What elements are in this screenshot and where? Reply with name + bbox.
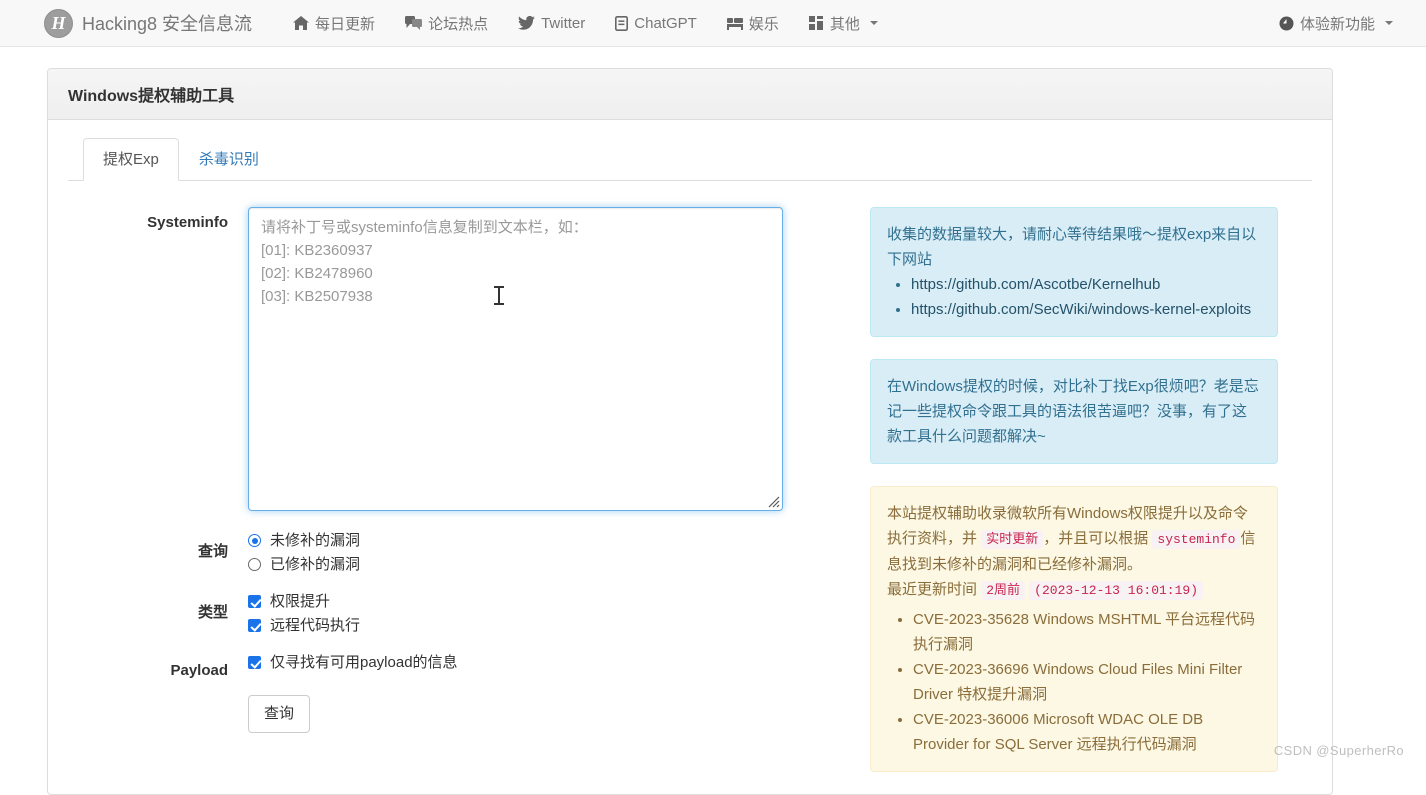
query-submit-button[interactable]: 查询	[248, 695, 310, 732]
tab-label: 杀毒识别	[199, 151, 259, 168]
systeminfo-input[interactable]: 请将补丁号或systeminfo信息复制到文本栏，如： [01]: KB2360…	[248, 207, 783, 511]
systeminfo-code: systeminfo	[1152, 530, 1240, 549]
alert-text: 收集的数据量较大，请耐心等待结果哦～提权exp来自以下网站	[887, 222, 1261, 272]
radio-icon[interactable]	[248, 558, 261, 571]
nav-item-new-features[interactable]: 体验新功能	[1264, 13, 1408, 34]
form-group-query: 查询 未修补的漏洞 已修补的漏洞	[68, 533, 858, 572]
nav-item-twitter[interactable]: Twitter	[503, 15, 600, 32]
checkbox-icon[interactable]	[248, 595, 261, 608]
placeholder-line: [03]: KB2507938	[261, 285, 770, 308]
type-label: 类型	[68, 594, 248, 633]
top-navbar: H Hacking8 安全信息流 每日更新 论坛热点	[0, 0, 1426, 47]
tab-label: 提权Exp	[103, 151, 159, 168]
navbar-items: 每日更新 论坛热点 Twitter	[278, 13, 893, 34]
list-item: https://github.com/Ascotbe/Kernelhub	[911, 272, 1261, 297]
tab-bar: 提权Exp 杀毒识别	[68, 138, 1312, 181]
page-title: Windows提权辅助工具	[68, 82, 1312, 106]
radio-label: 未修补的漏洞	[270, 533, 360, 548]
hacking8-logo-icon: H	[44, 9, 73, 38]
last-updated-line: 最近更新时间 2周前 (2023-12-13 16:01:19)	[887, 577, 1261, 603]
realtime-update-code: 实时更新	[981, 530, 1043, 549]
checkbox-label: 仅寻找有可用payload的信息	[270, 655, 458, 670]
site-description-text: 本站提权辅助收录微软所有Windows权限提升以及命令执行资料，并 实时更新，并…	[887, 501, 1261, 577]
radio-label: 已修补的漏洞	[270, 557, 360, 572]
nav-item-label: 论坛热点	[428, 13, 488, 34]
clock-icon	[1279, 16, 1294, 31]
windows-kernel-exploits-link[interactable]: https://github.com/SecWiki/windows-kerne…	[911, 301, 1251, 318]
file-icon	[615, 16, 628, 31]
nav-item-other[interactable]: 其他	[794, 13, 893, 34]
text-cursor	[498, 286, 500, 305]
alert-text: 在Windows提权的时候，对比补丁找Exp很烦吧？老是忘记一些提权命令跟工具的…	[887, 374, 1261, 449]
chevron-down-icon	[1385, 21, 1393, 25]
tab-privilege-exp[interactable]: 提权Exp	[83, 138, 179, 181]
comments-icon	[405, 16, 422, 30]
twitter-icon	[518, 16, 535, 30]
checkbox-privilege-escalation[interactable]: 权限提升	[248, 594, 858, 609]
last-updated-relative: 2周前	[981, 581, 1025, 600]
payload-label: Payload	[68, 655, 248, 679]
list-item: CVE-2023-36006 Microsoft WDAC OLE DB Pro…	[913, 707, 1261, 757]
nav-item-chatgpt[interactable]: ChatGPT	[600, 15, 712, 32]
alert-tool-intro: 在Windows提权的时候，对比补丁找Exp很烦吧？老是忘记一些提权命令跟工具的…	[870, 359, 1278, 464]
form-group-submit: 查询	[68, 695, 858, 732]
form-group-systeminfo: Systeminfo 请将补丁号或systeminfo信息复制到文本栏，如： […	[68, 207, 858, 511]
checkbox-remote-code-execution[interactable]: 远程代码执行	[248, 618, 858, 633]
bed-icon	[727, 16, 743, 30]
checkbox-icon[interactable]	[248, 656, 261, 669]
main-panel: Windows提权辅助工具 提权Exp 杀毒识别 Systeminfo 请将补丁…	[47, 68, 1333, 795]
side-notes: 收集的数据量较大，请耐心等待结果哦～提权exp来自以下网站 https://gi…	[858, 207, 1278, 794]
nav-item-daily-update[interactable]: 每日更新	[278, 13, 390, 34]
description-part-2: ，并且可以根据	[1043, 530, 1148, 547]
navbar-right: 体验新功能	[1264, 13, 1408, 34]
nav-item-label: Twitter	[541, 15, 585, 32]
grid-icon	[809, 16, 824, 30]
checkbox-label: 远程代码执行	[270, 618, 360, 633]
panel-body: 提权Exp 杀毒识别 Systeminfo 请将补丁号或systeminfo信息…	[48, 120, 1332, 794]
radio-icon[interactable]	[248, 534, 261, 547]
content-area: Systeminfo 请将补丁号或systeminfo信息复制到文本栏，如： […	[68, 181, 1312, 794]
radio-patched[interactable]: 已修补的漏洞	[248, 557, 858, 572]
brand-logo-link[interactable]: H Hacking8 安全信息流	[44, 9, 252, 38]
nav-item-label: 体验新功能	[1300, 13, 1375, 34]
tab-av-detection[interactable]: 杀毒识别	[179, 138, 279, 181]
placeholder-line: 请将补丁号或systeminfo信息复制到文本栏，如：	[261, 216, 770, 239]
checkbox-icon[interactable]	[248, 619, 261, 632]
brand-title: Hacking8 安全信息流	[82, 10, 252, 36]
nav-item-label: 其他	[830, 13, 860, 34]
checkbox-only-with-payload[interactable]: 仅寻找有可用payload的信息	[248, 655, 858, 670]
panel-heading: Windows提权辅助工具	[48, 69, 1332, 120]
source-link-list: https://github.com/Ascotbe/Kernelhub htt…	[887, 272, 1261, 322]
list-item: CVE-2023-36696 Windows Cloud Files Mini …	[913, 657, 1261, 707]
nav-item-entertainment[interactable]: 娱乐	[712, 13, 794, 34]
query-label: 查询	[68, 533, 248, 572]
nav-item-label: 娱乐	[749, 13, 779, 34]
nav-item-forum-hot[interactable]: 论坛热点	[390, 13, 503, 34]
resize-handle-icon[interactable]	[766, 494, 780, 508]
chevron-down-icon	[870, 21, 878, 25]
last-updated-label: 最近更新时间	[887, 581, 977, 598]
nav-item-label: ChatGPT	[634, 15, 697, 32]
systeminfo-label: Systeminfo	[68, 207, 248, 511]
submit-spacer	[68, 695, 248, 732]
alert-site-description: 本站提权辅助收录微软所有Windows权限提升以及命令执行资料，并 实时更新，并…	[870, 486, 1278, 772]
list-item: CVE-2023-35628 Windows MSHTML 平台远程代码执行漏洞	[913, 607, 1261, 657]
last-updated-absolute: (2023-12-13 16:01:19)	[1029, 581, 1203, 600]
recent-cve-list: CVE-2023-35628 Windows MSHTML 平台远程代码执行漏洞…	[887, 607, 1261, 757]
placeholder-line: [02]: KB2478960	[261, 262, 770, 285]
placeholder-line: [01]: KB2360937	[261, 239, 770, 262]
list-item: https://github.com/SecWiki/windows-kerne…	[911, 297, 1261, 322]
alert-data-source: 收集的数据量较大，请耐心等待结果哦～提权exp来自以下网站 https://gi…	[870, 207, 1278, 337]
form-group-payload: Payload 仅寻找有可用payload的信息	[68, 655, 858, 679]
home-icon	[293, 16, 309, 30]
radio-unpatched[interactable]: 未修补的漏洞	[248, 533, 858, 548]
form-group-type: 类型 权限提升 远程代码执行	[68, 594, 858, 633]
kernelhub-link[interactable]: https://github.com/Ascotbe/Kernelhub	[911, 276, 1160, 293]
nav-item-label: 每日更新	[315, 13, 375, 34]
query-form: Systeminfo 请将补丁号或systeminfo信息复制到文本栏，如： […	[68, 207, 858, 794]
checkbox-label: 权限提升	[270, 594, 330, 609]
